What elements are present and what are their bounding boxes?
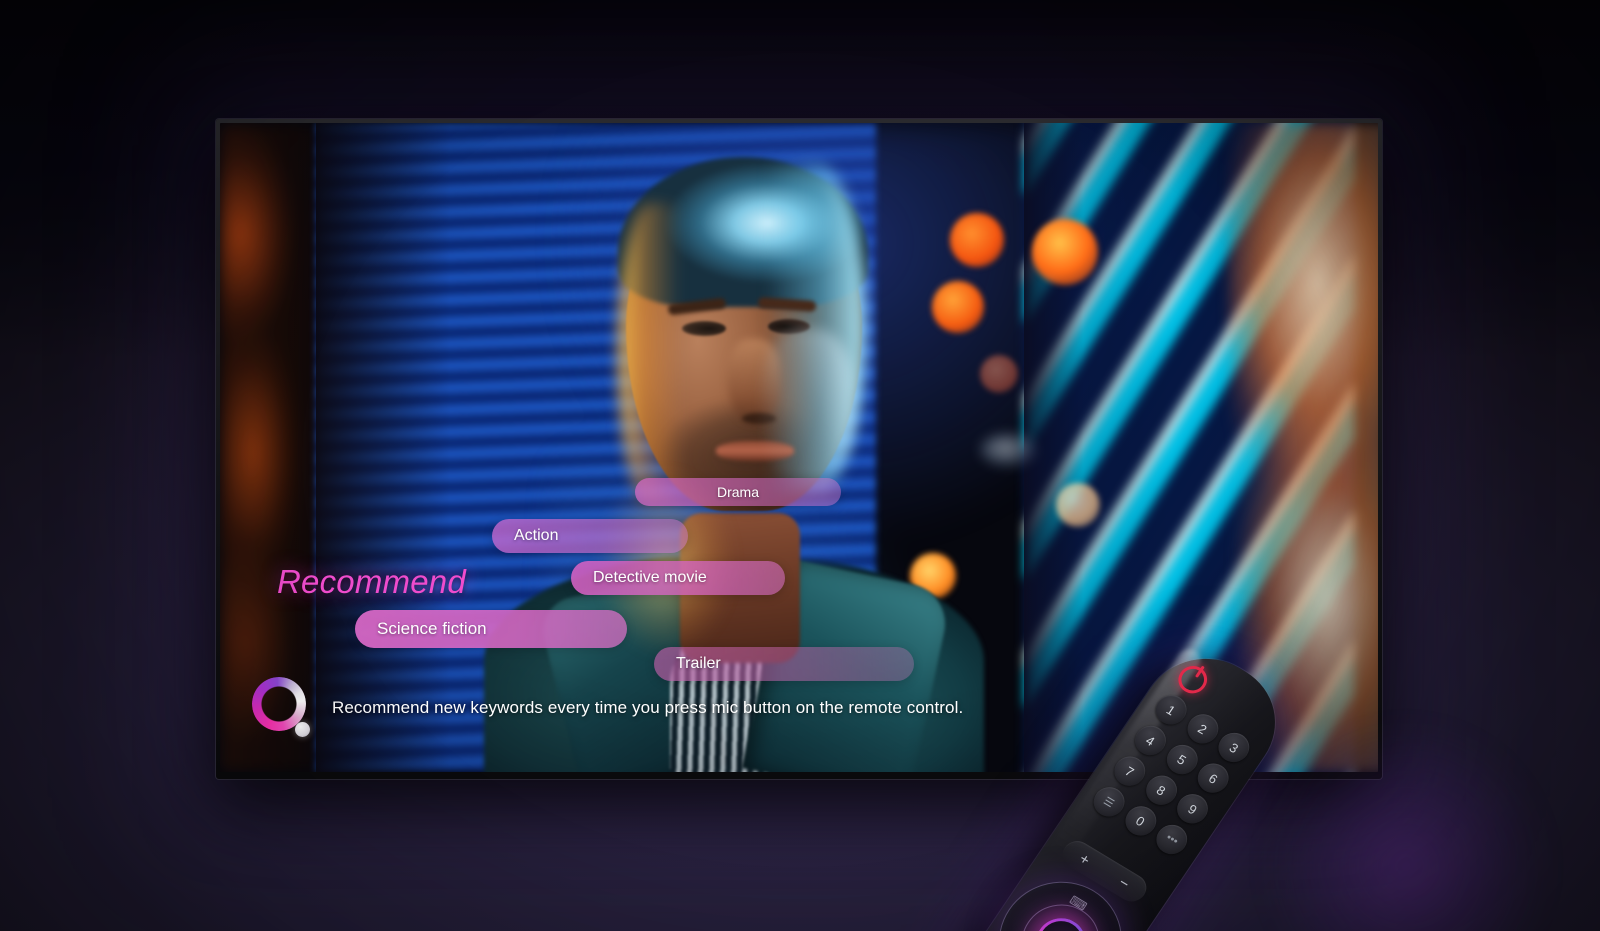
key-9[interactable]: 9 [1171,788,1215,830]
caption-text: Recommend new keywords every time you pr… [332,698,964,717]
keyword-chip-action[interactable]: Action [492,519,688,553]
tv-ui-overlay: Recommend Drama Action Detective movie S… [220,123,1378,772]
thinq-ai-logo [250,677,310,739]
room-scene: Recommend Drama Action Detective movie S… [0,0,1600,931]
keyword-chip-science-fiction[interactable]: Science fiction [355,610,627,648]
tv-screen: Recommend Drama Action Detective movie S… [220,123,1378,772]
navigation-wheel-inner-ring [1006,890,1115,931]
volume-plus-label: + [1076,850,1094,869]
key-0[interactable]: 0 [1119,800,1162,841]
volume-minus-label: − [1115,873,1133,893]
guide-icon[interactable]: ☰ [1087,781,1131,823]
mic-button[interactable] [1026,909,1095,931]
keyword-chip-drama[interactable]: Drama [635,478,841,506]
keyboard-icon[interactable]: ⌨ [1063,888,1094,918]
volume-rocker[interactable]: + − [1057,835,1152,907]
more-options-icon[interactable]: ••• [1150,819,1194,860]
television: Recommend Drama Action Detective movie S… [216,119,1382,779]
keyword-chip-trailer[interactable]: Trailer [654,647,914,681]
page-title: Recommend [277,563,466,600]
navigation-wheel[interactable] [975,859,1146,931]
keyword-chip-detective-movie[interactable]: Detective movie [571,561,785,595]
footer-row: Recommend new keywords every time you pr… [250,677,963,739]
thinq-dot-icon [295,722,310,737]
